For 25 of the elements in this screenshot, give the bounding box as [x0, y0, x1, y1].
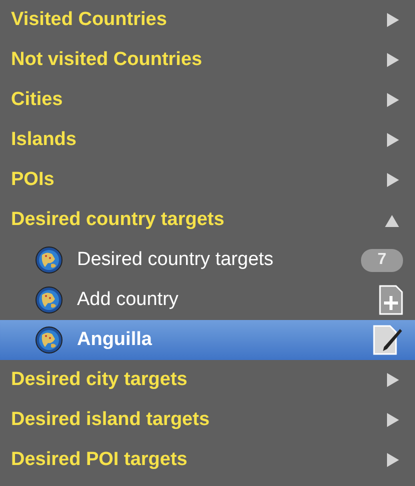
group-label: Islands — [11, 128, 76, 152]
group-row[interactable]: Desired city targets — [0, 360, 415, 400]
group-label: Desired country targets — [11, 208, 224, 232]
group-row[interactable]: POIs — [0, 160, 415, 200]
item-label: Desired country targets — [77, 248, 274, 272]
group-row[interactable]: Visited Countries — [0, 0, 415, 40]
list-item[interactable]: Anguilla — [0, 320, 415, 360]
group-label: Visited Countries — [11, 8, 167, 32]
count-badge: 7 — [361, 248, 403, 272]
group-row[interactable]: Cities — [0, 80, 415, 120]
group-row[interactable]: Islands — [0, 120, 415, 160]
item-label: Anguilla — [77, 328, 152, 352]
group-label: Not visited Countries — [11, 48, 202, 72]
group-row[interactable]: Desired country targets — [0, 200, 415, 240]
group-label: Desired POI targets — [11, 448, 188, 472]
group-row[interactable]: Desired POI targets — [0, 440, 415, 480]
group-label: Cities — [11, 88, 63, 112]
item-label: Add country — [77, 288, 178, 312]
group-label: Desired city targets — [11, 368, 188, 392]
group-row[interactable]: Desired island targets — [0, 400, 415, 440]
list-item[interactable]: Add country — [0, 280, 415, 320]
list-item[interactable]: Desired country targets 7 — [0, 240, 415, 280]
group-label: Desired island targets — [11, 408, 210, 432]
group-label: POIs — [11, 168, 54, 192]
group-row[interactable]: Not visited Countries — [0, 40, 415, 80]
